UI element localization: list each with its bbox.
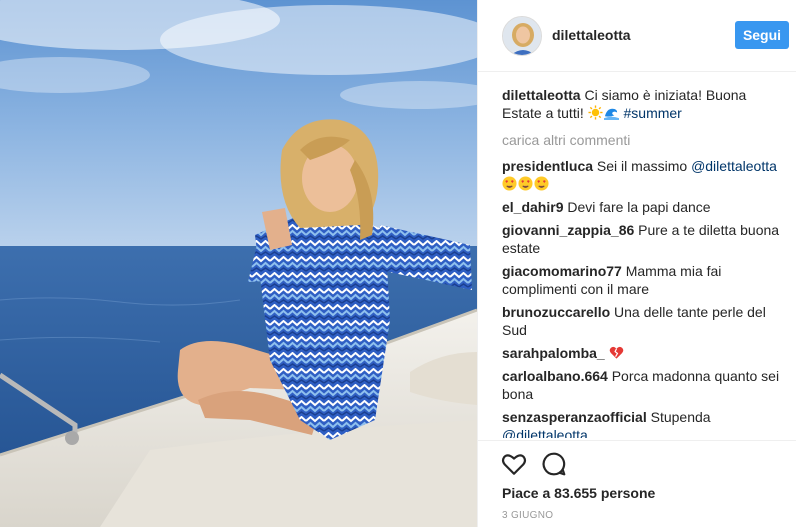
comment-username[interactable]: brunozuccarello <box>502 304 610 320</box>
comment-username[interactable]: senzasperanzaofficial <box>502 409 647 425</box>
comment-item: giacomomarino77 Mamma mia fai compliment… <box>502 262 782 298</box>
broken-heart-icon <box>609 346 623 359</box>
post-photo[interactable] <box>0 0 477 527</box>
heart-eyes-face-icon <box>502 176 517 191</box>
comment-item: brunozuccarello Una delle tante perle de… <box>502 303 782 339</box>
post-caption: dilettaleotta Ci siamo è iniziata! Buona… <box>502 86 782 122</box>
likes-count[interactable]: Piace a 83.655 persone <box>502 485 655 501</box>
post-actions: Piace a 83.655 persone 3 GIUGNO <box>478 440 796 527</box>
comment-mention[interactable]: @dilettaleotta <box>691 158 777 174</box>
comment-username[interactable]: giovanni_zappia_86 <box>502 222 634 238</box>
comment-username[interactable]: giacomomarino77 <box>502 263 622 279</box>
comment-text: Sei il massimo <box>596 158 688 174</box>
comment-item: sarahpalomba_ <box>502 344 782 362</box>
caption-hashtag[interactable]: #summer <box>624 105 682 121</box>
comment-text: Devi fare la papi dance <box>567 199 711 215</box>
comment-text: Stupenda <box>650 409 711 425</box>
comment-username[interactable]: carloalbano.664 <box>502 368 608 384</box>
post-image <box>0 0 477 527</box>
post-date[interactable]: 3 GIUGNO <box>502 510 553 521</box>
comment-item: senzasperanzaofficial Stupenda @dilettal… <box>502 408 782 438</box>
comment-item: carloalbano.664 Porca madonna quanto sei… <box>502 367 782 403</box>
comment-item: giovanni_zappia_86 Pure a te diletta buo… <box>502 221 782 257</box>
comment-mention[interactable]: @dilettaleotta <box>502 427 588 438</box>
wave-emoji-icon <box>603 105 619 120</box>
comment-item: el_dahir9 Devi fare la papi dance <box>502 198 782 216</box>
post-header: dilettaleotta Segui <box>478 0 796 72</box>
comment-username[interactable]: el_dahir9 <box>502 199 563 215</box>
load-more-comments-link[interactable]: carica altri commenti <box>502 131 782 149</box>
heart-eyes-face-icon <box>534 176 549 191</box>
comment-icon[interactable] <box>541 451 567 477</box>
comments-list: dilettaleotta Ci siamo è iniziata! Buona… <box>502 86 782 438</box>
follow-button[interactable]: Segui <box>735 21 789 49</box>
heart-icon[interactable] <box>501 451 527 477</box>
avatar[interactable] <box>502 16 542 56</box>
avatar-image <box>503 17 541 55</box>
heart-eyes-face-icon <box>518 176 533 191</box>
comment-item: presidentluca Sei il massimo @dilettaleo… <box>502 157 782 193</box>
comment-username[interactable]: sarahpalomba_ <box>502 345 605 361</box>
header-username[interactable]: dilettaleotta <box>552 27 631 43</box>
sun-emoji-icon <box>588 105 603 120</box>
comment-username[interactable]: presidentluca <box>502 158 593 174</box>
post-side-panel: dilettaleotta Segui dilettaleotta Ci sia… <box>477 0 796 527</box>
caption-username[interactable]: dilettaleotta <box>502 87 581 103</box>
